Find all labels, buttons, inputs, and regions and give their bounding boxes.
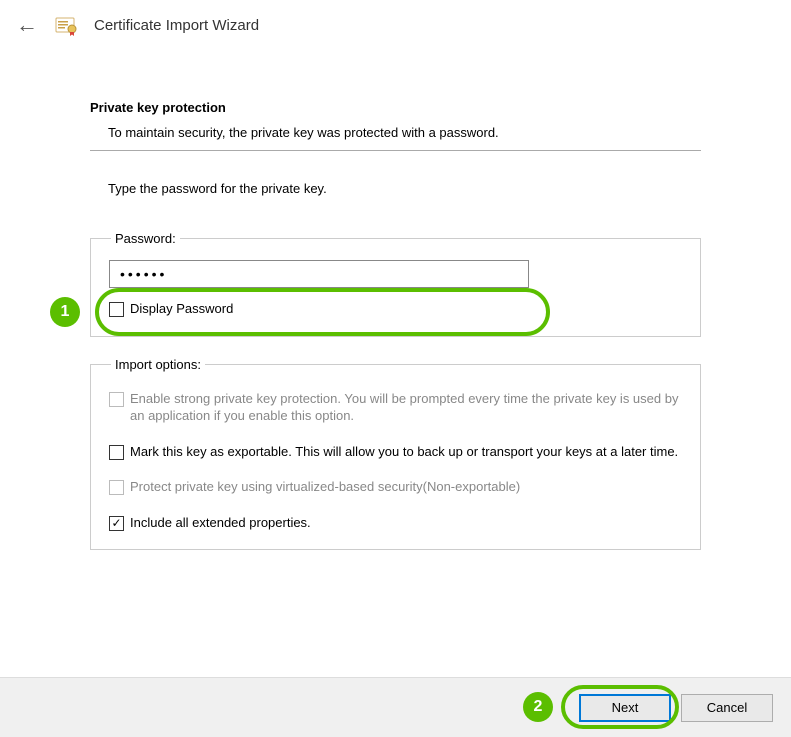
divider: [90, 150, 701, 151]
instruction-text: Type the password for the private key.: [108, 181, 701, 196]
password-value: ••••••: [120, 266, 167, 282]
password-group: Password: •••••• Display Password: [90, 231, 701, 337]
next-button[interactable]: Next: [579, 694, 671, 722]
exportable-label: Mark this key as exportable. This will a…: [130, 443, 678, 461]
password-input[interactable]: ••••••: [109, 260, 529, 288]
section-title: Private key protection: [90, 100, 701, 115]
extended-properties-checkbox[interactable]: [109, 516, 124, 531]
display-password-label: Display Password: [130, 300, 233, 318]
password-legend: Password:: [111, 231, 180, 246]
exportable-checkbox[interactable]: [109, 445, 124, 460]
callout-two: 2: [523, 692, 553, 722]
strong-protection-checkbox: [109, 392, 124, 407]
wizard-title: Certificate Import Wizard: [94, 17, 259, 34]
display-password-checkbox[interactable]: [109, 302, 124, 317]
strong-protection-label: Enable strong private key protection. Yo…: [130, 390, 682, 425]
import-options-group: Import options: Enable strong private ke…: [90, 357, 701, 551]
extended-properties-label: Include all extended properties.: [130, 514, 311, 532]
back-arrow-icon[interactable]: ←: [16, 12, 38, 38]
virtualized-security-checkbox: [109, 480, 124, 495]
import-options-legend: Import options:: [111, 357, 205, 372]
cancel-button[interactable]: Cancel: [681, 694, 773, 722]
virtualized-security-label: Protect private key using virtualized-ba…: [130, 478, 520, 496]
certificate-icon: [54, 13, 78, 37]
button-bar: Next Cancel: [0, 677, 791, 737]
callout-one: 1: [50, 297, 80, 327]
section-description: To maintain security, the private key wa…: [108, 125, 701, 140]
